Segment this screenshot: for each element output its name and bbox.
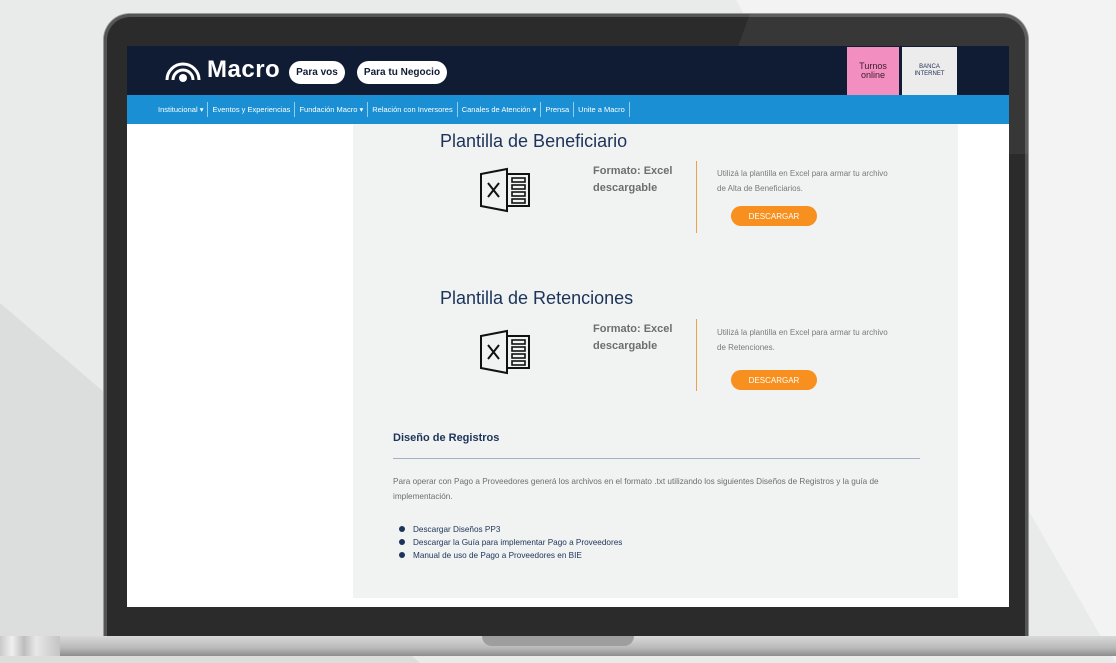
chevron-down-icon: ▾ [199, 105, 204, 114]
link-disenos-pp3[interactable]: Descargar Diseños PP3 [397, 523, 622, 536]
descargar-button[interactable]: DESCARGAR [731, 206, 817, 226]
main-nav: Institucional ▾ Eventos y Experiencias F… [127, 95, 1009, 124]
nav-item-canales[interactable]: Canales de Atención ▾ [458, 102, 542, 117]
banca-internet-button[interactable]: BANCA INTERNET [902, 47, 957, 95]
nav-item-prensa[interactable]: Prensa [541, 102, 575, 117]
section-description: Utilizá la plantilla en Excel para armar… [717, 169, 888, 193]
link-guia-pago-proveedores[interactable]: Descargar la Guía para implementar Pago … [397, 536, 622, 549]
macro-logo[interactable]: Macro [165, 56, 280, 84]
banca-line2: INTERNET [914, 71, 945, 77]
divider [696, 319, 697, 391]
nav-item-unite[interactable]: Unite a Macro [574, 102, 630, 117]
turnos-online-button[interactable]: Turnos online [847, 47, 899, 95]
section-title-beneficiario: Plantilla de Beneficiario [440, 131, 628, 151]
nav-item-inversores[interactable]: Relación con Inversores [368, 102, 458, 117]
descargar-button[interactable]: DESCARGAR [731, 370, 817, 390]
section-description: Utilizá la plantilla en Excel para armar… [717, 328, 888, 352]
para-vos-button[interactable]: Para vos [289, 61, 345, 84]
nav-item-eventos[interactable]: Eventos y Experiencias [208, 102, 296, 117]
registros-title: Diseño de Registros [393, 432, 500, 444]
banca-line1: BANCA [919, 64, 940, 70]
main-content: Plantilla de Beneficiario Formato: Excel… [353, 124, 958, 598]
macro-logo-icon [165, 62, 201, 82]
registros-divider [393, 458, 920, 459]
format-label: Formato: Excel descargable [593, 323, 673, 352]
registros-description: Para operar con Pago a Proveedores gener… [393, 477, 879, 501]
nav-item-fundacion[interactable]: Fundación Macro ▾ [295, 102, 369, 117]
section-title-retenciones: Plantilla de Retenciones [440, 288, 634, 308]
registros-links: Descargar Diseños PP3 Descargar la Guía … [397, 523, 622, 562]
chevron-down-icon: ▾ [359, 105, 364, 114]
excel-file-icon [480, 329, 530, 375]
link-manual-bie[interactable]: Manual de uso de Pago a Proveedores en B… [397, 549, 622, 562]
brand-name: Macro [207, 56, 281, 83]
para-tu-negocio-button[interactable]: Para tu Negocio [357, 61, 447, 84]
site-header: Macro Para vos Para tu Negocio Turnos onl… [127, 46, 1009, 95]
turnos-line2: online [860, 70, 886, 80]
format-label: Formato: Excel descargable [593, 165, 673, 194]
divider [696, 161, 697, 233]
chevron-down-icon: ▾ [532, 105, 537, 114]
excel-file-icon [480, 167, 530, 213]
laptop-screen: Macro Para vos Para tu Negocio Turnos onl… [127, 46, 1009, 607]
laptop-notch [482, 636, 634, 646]
nav-item-institucional[interactable]: Institucional ▾ [154, 102, 209, 117]
